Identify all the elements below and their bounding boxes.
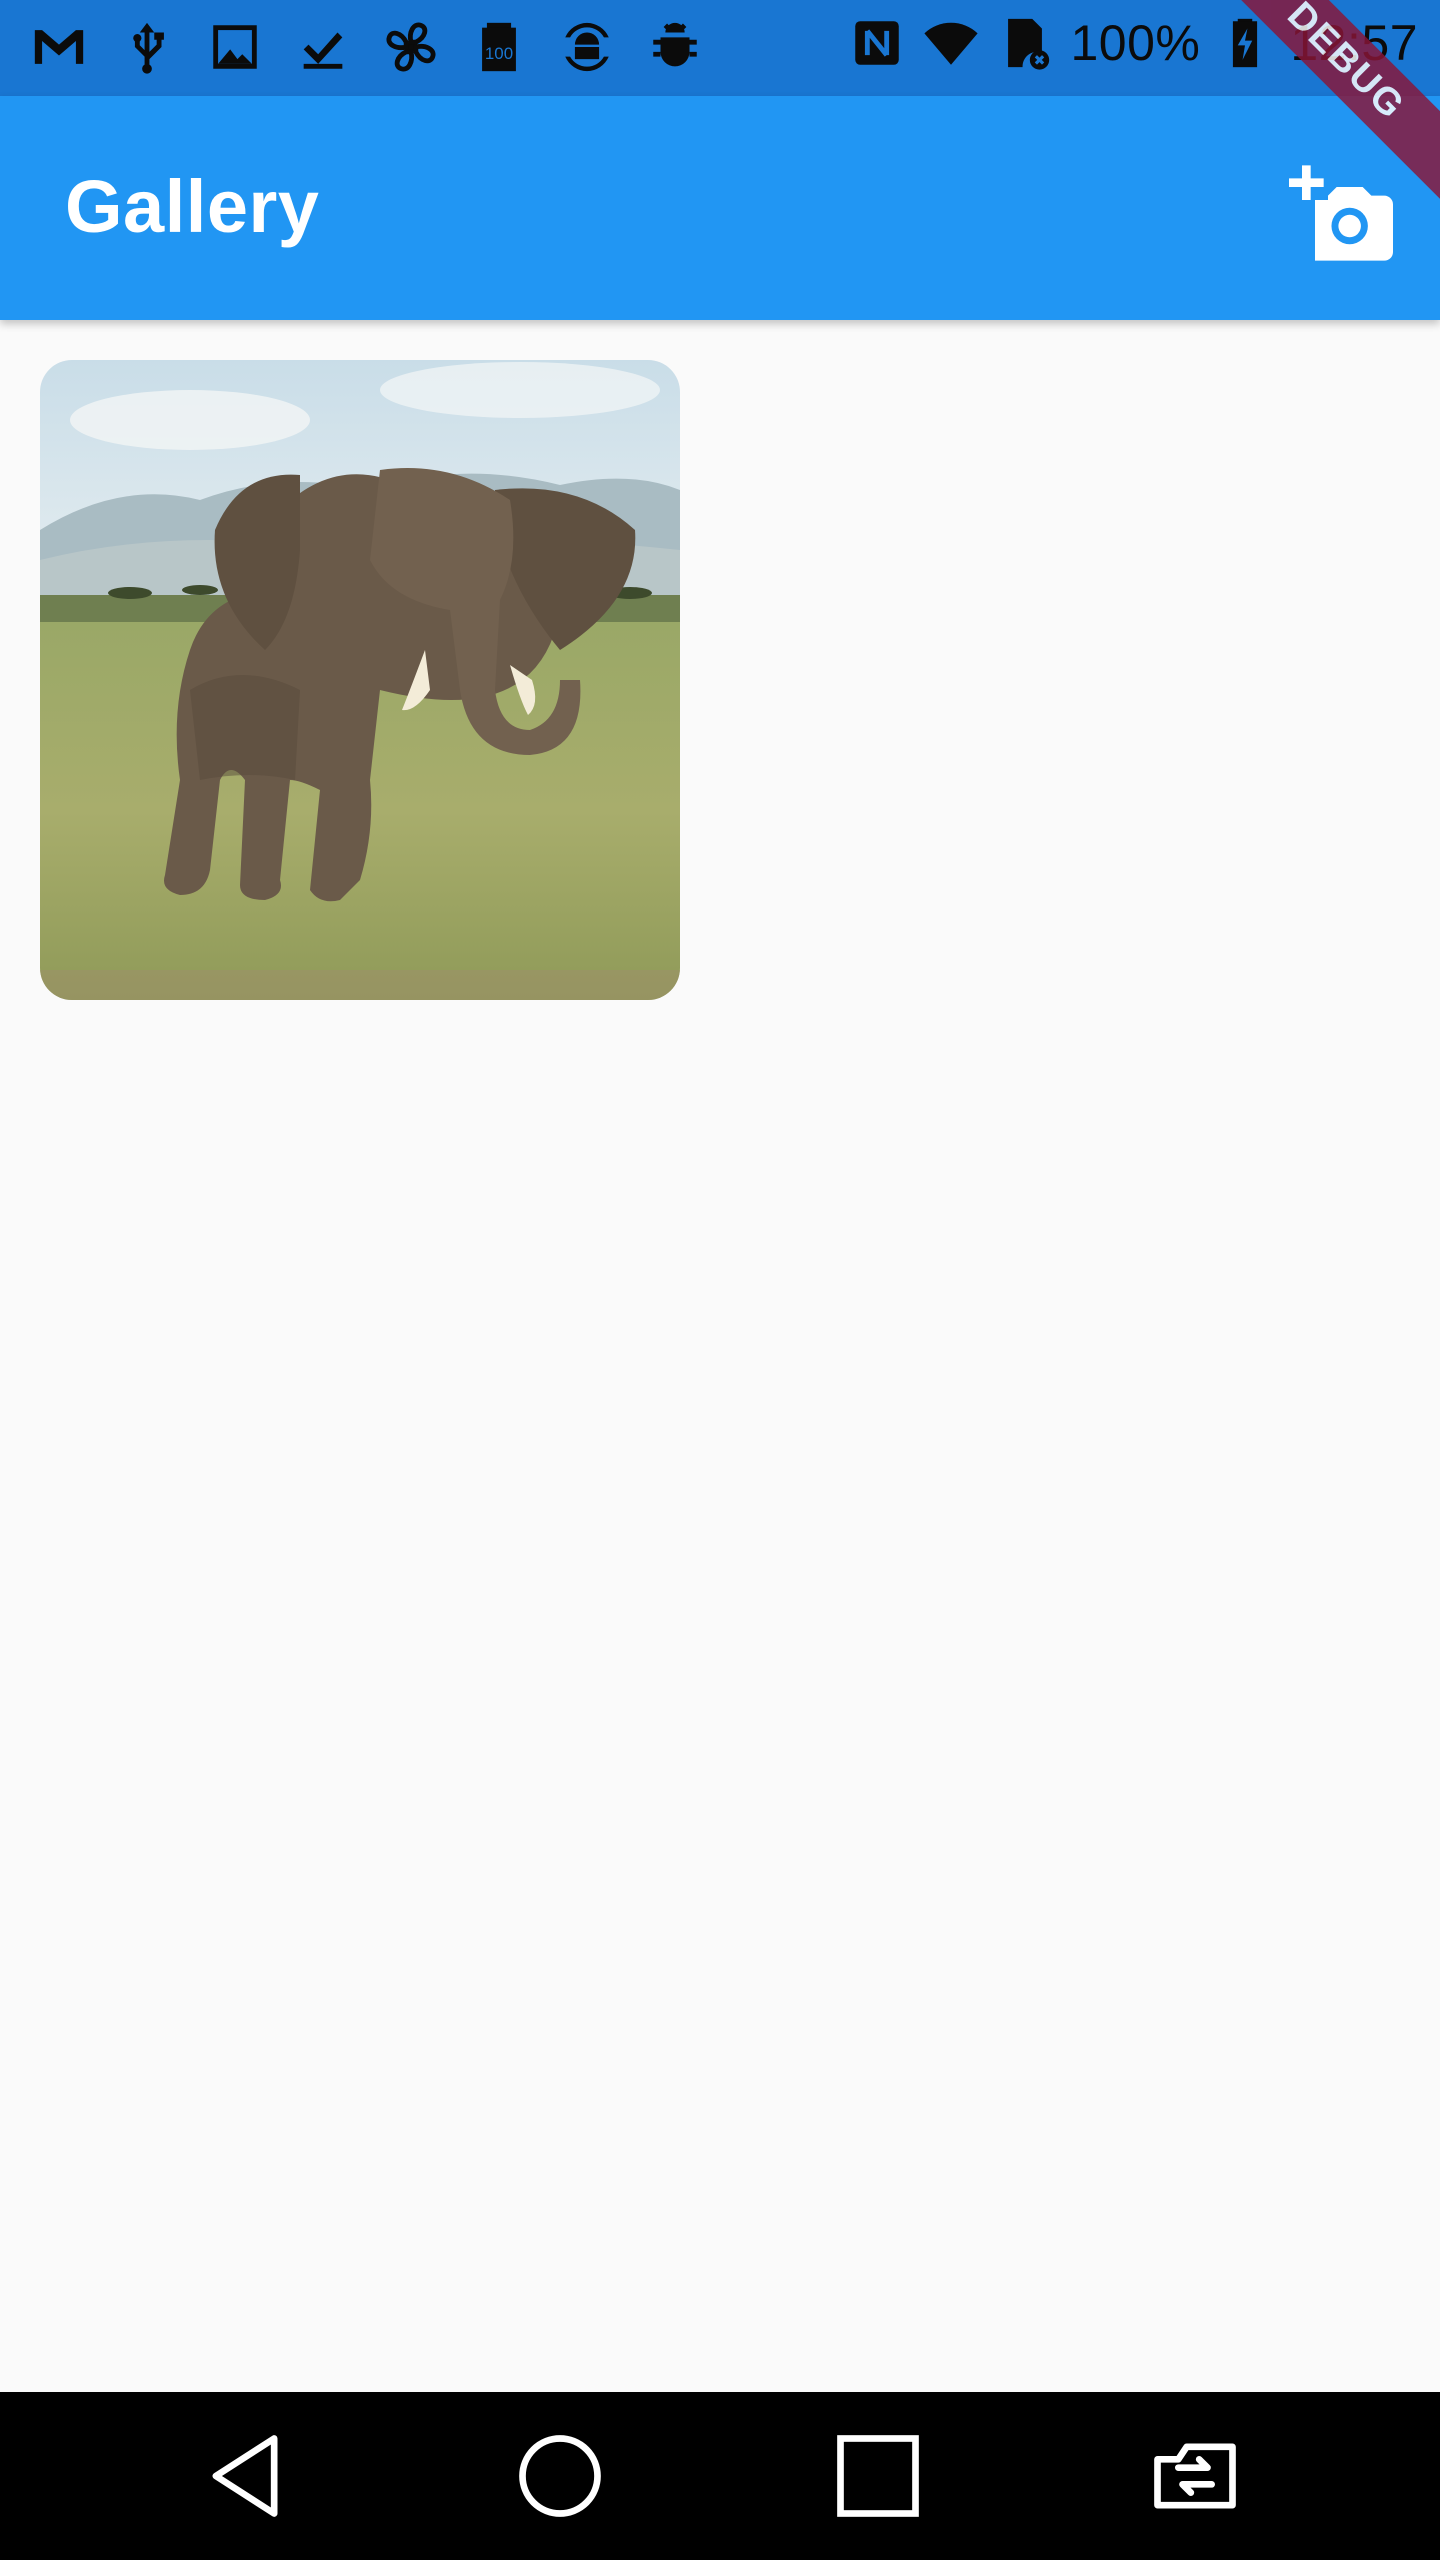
status-bar: 100 100% 12:57 bbox=[0, 0, 1440, 96]
home-button[interactable] bbox=[510, 2426, 610, 2526]
app-bar: Gallery bbox=[0, 96, 1440, 320]
recents-button[interactable] bbox=[828, 2426, 928, 2526]
gmail-icon bbox=[30, 18, 88, 76]
gallery-grid bbox=[40, 360, 680, 1000]
wifi-icon bbox=[922, 14, 980, 72]
battery-100-icon: 100 bbox=[470, 18, 528, 76]
recents-icon bbox=[837, 2435, 919, 2517]
add-photo-button[interactable] bbox=[1282, 154, 1400, 272]
svg-text:100: 100 bbox=[485, 44, 513, 63]
battery-percentage: 100% bbox=[1070, 15, 1201, 71]
navigation-bar bbox=[0, 2392, 1440, 2560]
rotate-button[interactable] bbox=[1145, 2426, 1245, 2526]
android-sync-icon bbox=[558, 18, 616, 76]
home-icon bbox=[519, 2435, 601, 2517]
rotate-icon bbox=[1154, 2443, 1236, 2509]
fan-icon bbox=[382, 18, 440, 76]
sim-error-icon bbox=[996, 14, 1054, 72]
elephant-photo bbox=[40, 360, 680, 1000]
download-done-icon bbox=[294, 18, 352, 76]
page-title: Gallery bbox=[65, 165, 320, 248]
usb-icon bbox=[118, 18, 176, 76]
add-a-photo-icon bbox=[1289, 165, 1393, 261]
back-icon bbox=[212, 2435, 278, 2517]
image-icon bbox=[206, 18, 264, 76]
back-button[interactable] bbox=[195, 2426, 295, 2526]
bug-icon bbox=[646, 18, 704, 76]
nfc-icon bbox=[848, 14, 906, 72]
notification-icons: 100 bbox=[30, 18, 704, 76]
gallery-item-elephant[interactable] bbox=[40, 360, 680, 1000]
